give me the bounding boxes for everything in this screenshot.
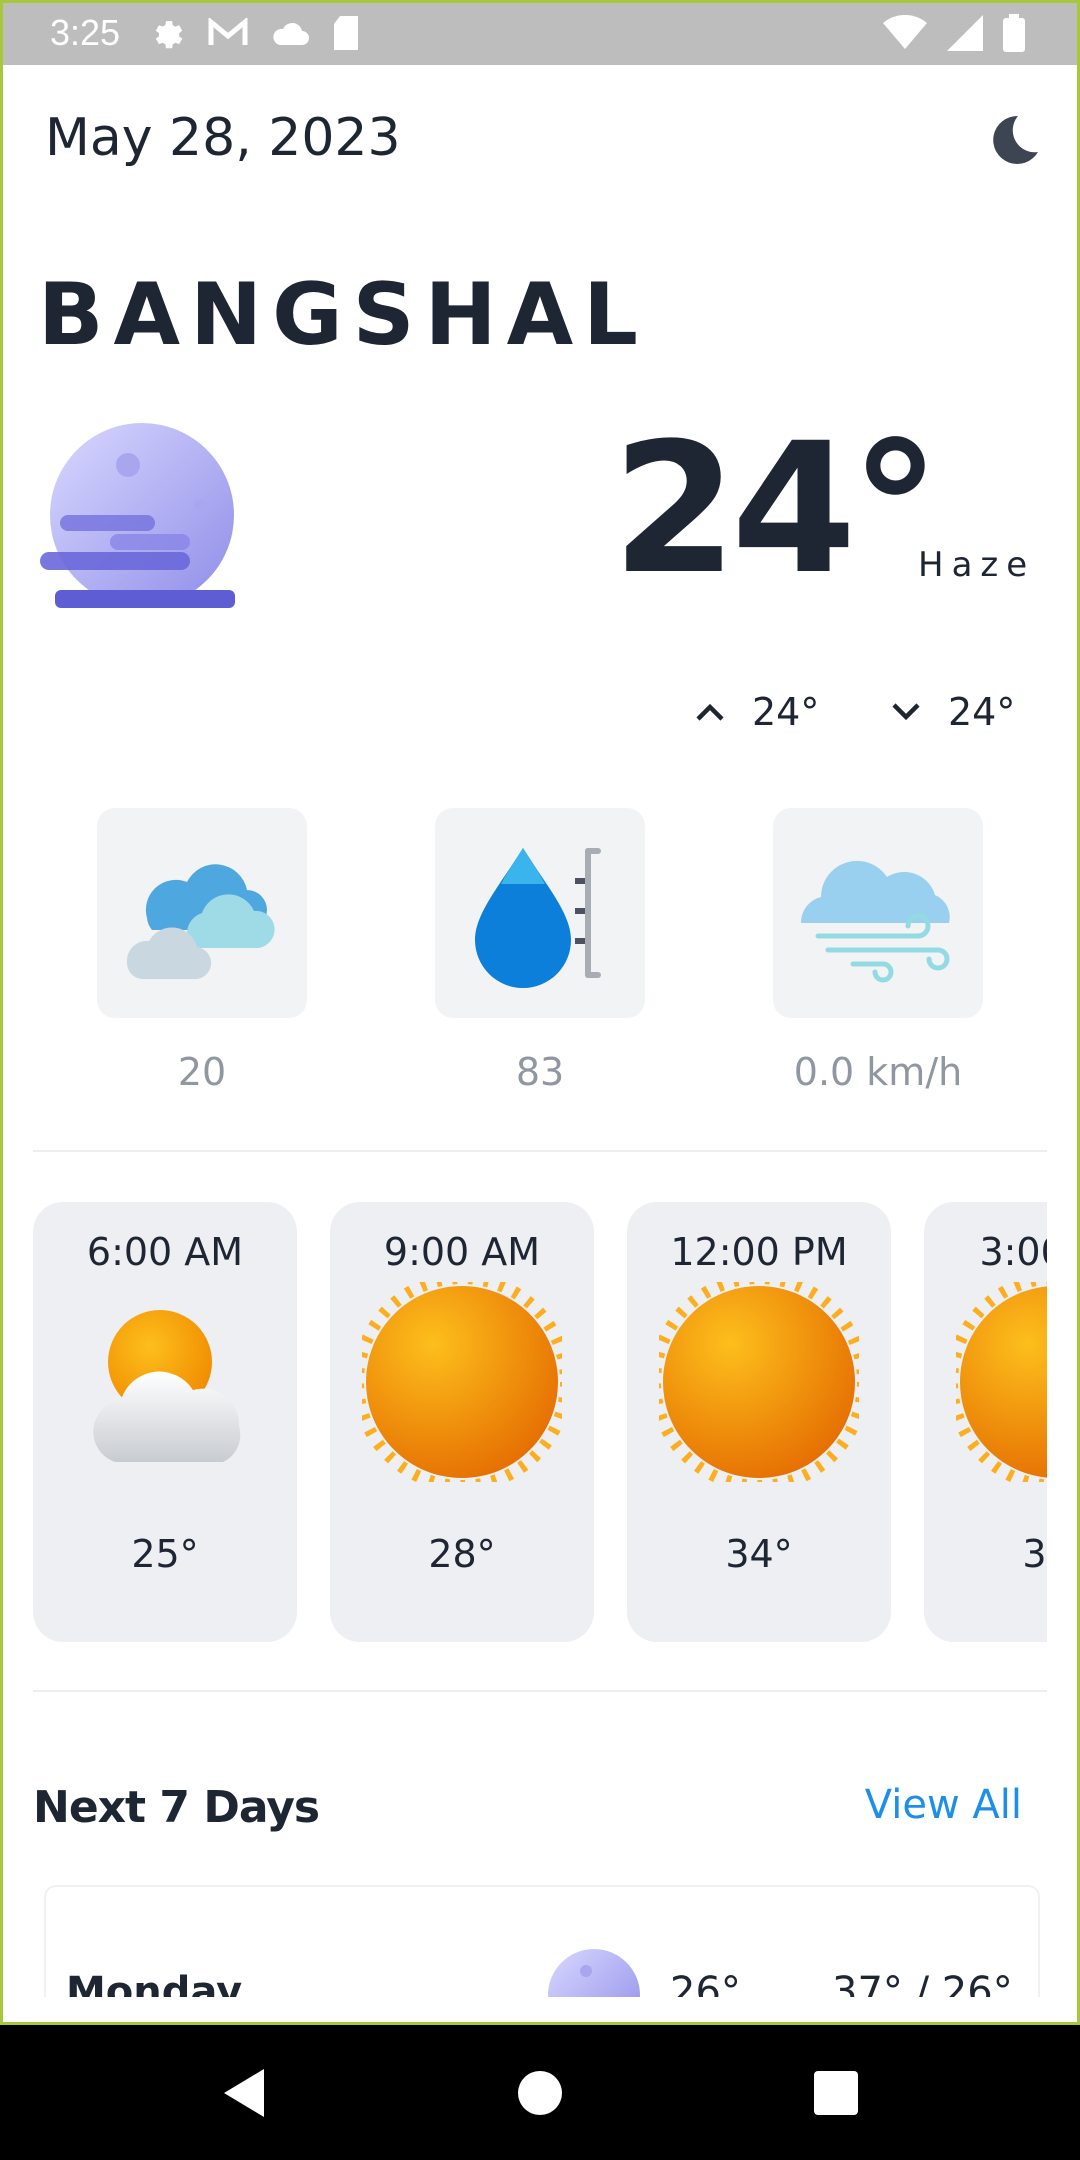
navigation-bar [0, 2025, 1080, 2160]
day-temp-range: 37° / 26° [832, 1969, 1013, 1997]
stat-card-humidity [435, 808, 645, 1018]
hour-time: 3:00 PM [979, 1230, 1047, 1274]
haze-moon-icon [548, 1949, 640, 1997]
hour-time: 9:00 AM [383, 1230, 541, 1274]
divider [33, 1690, 1047, 1692]
gmail-icon [208, 17, 248, 45]
sun-icon [659, 1282, 859, 1482]
high-temp: 24° [690, 690, 819, 734]
low-temp: 24° [886, 690, 1015, 734]
next-7-days-title: Next 7 Days [33, 1782, 320, 1833]
partly-cloudy-icon [93, 1310, 241, 1462]
cloud-icon [273, 22, 310, 45]
settings-icon [155, 20, 183, 48]
recents-icon[interactable] [806, 2063, 866, 2123]
sd-card-icon [334, 15, 359, 50]
status-time: 3:25 [50, 11, 121, 53]
stat-card-wind [773, 808, 983, 1018]
view-all-link[interactable]: View All [865, 1782, 1022, 1828]
city-name: BANGSHAL [38, 265, 648, 365]
chevron-up-icon [696, 703, 724, 721]
hourly-card[interactable]: 9:00 AM 28° [330, 1202, 594, 1642]
hour-time: 12:00 PM [670, 1230, 848, 1274]
signal-icon [947, 14, 983, 51]
chevron-down-icon [892, 703, 920, 721]
hourly-card[interactable]: 6:00 AM 25° [33, 1202, 297, 1642]
wifi-icon [883, 14, 927, 49]
battery-icon [1003, 13, 1025, 52]
stat-card-clouds [97, 808, 307, 1018]
sun-icon [362, 1282, 562, 1482]
day-name: Monday [66, 1969, 243, 1997]
hourly-card[interactable]: 3:00 PM 35° [924, 1202, 1047, 1642]
high-temp-value: 24° [752, 690, 820, 734]
clouds-icon [126, 864, 275, 980]
forecast-day-row[interactable]: Monday 26° 37° / 26° [44, 1885, 1040, 1997]
home-icon[interactable] [510, 2063, 570, 2123]
hour-time: 6:00 AM [86, 1230, 244, 1274]
humidity-drop-icon [475, 848, 601, 988]
hour-temp: 35° [1022, 1532, 1047, 1576]
date-label: May 28, 2023 [45, 108, 401, 168]
hour-temp: 25° [131, 1532, 199, 1576]
stat-humidity-value: 83 [515, 1050, 565, 1094]
day-temp: 26° [670, 1969, 741, 1997]
hourly-card[interactable]: 12:00 PM 34° [627, 1202, 891, 1642]
hour-temp: 28° [428, 1532, 496, 1576]
current-condition: Haze [918, 545, 1036, 585]
stat-clouds-value: 20 [177, 1050, 227, 1094]
moon-icon [993, 115, 1038, 164]
haze-moon-icon [40, 423, 235, 608]
back-icon[interactable] [214, 2063, 274, 2123]
current-temperature: 24° [612, 405, 940, 614]
stat-wind-value: 0.0 km/h [793, 1050, 963, 1094]
theme-toggle-button[interactable] [984, 110, 1044, 170]
status-bar: 3:25 [0, 0, 1080, 65]
wind-icon [800, 860, 950, 983]
divider [33, 1150, 1047, 1152]
low-temp-value: 24° [948, 690, 1016, 734]
hour-temp: 34° [725, 1532, 793, 1576]
sun-icon [956, 1282, 1047, 1482]
hourly-forecast-list[interactable]: 6:00 AM 25° 9:00 AM 28° 12:00 PM 34° 3:0 [33, 1202, 1047, 1642]
